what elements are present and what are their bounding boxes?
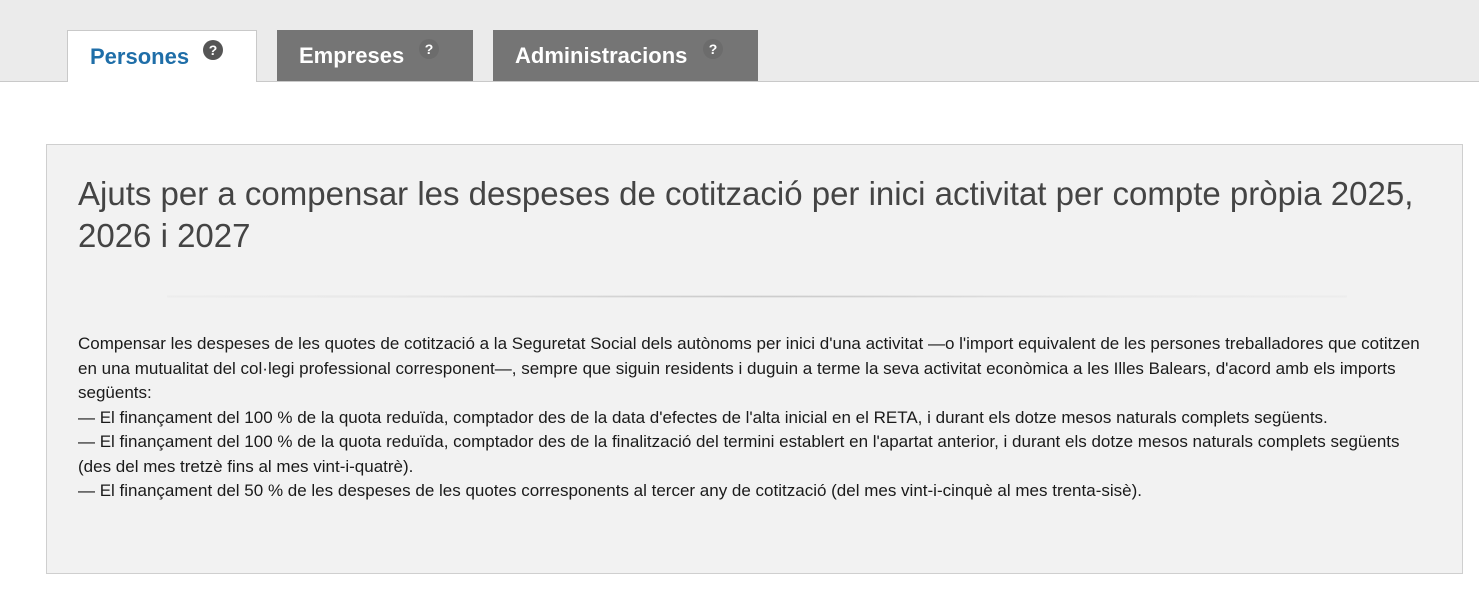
description: Compensar les despeses de les quotes de … [78, 332, 1423, 504]
aid-info-panel: Ajuts per a compensar les despeses de co… [46, 144, 1463, 574]
tab-persones-label: Persones [90, 44, 190, 69]
page-title: Ajuts per a compensar les despeses de co… [78, 175, 1414, 254]
description-intro: Compensar les despeses de les quotes de … [78, 334, 1420, 402]
tab-administracions-label: Administracions [515, 43, 688, 68]
tab-empreses-label: Empreses [299, 43, 405, 68]
tab-bar: Persones ? Empreses ? Administracions ? [0, 0, 1479, 82]
tab-persones[interactable]: Persones ? [67, 30, 257, 82]
divider [167, 295, 1347, 298]
help-icon[interactable]: ? [419, 39, 439, 59]
description-item: — El finançament del 100 % de la quota r… [78, 407, 1328, 427]
help-icon[interactable]: ? [203, 40, 223, 60]
description-item: — El finançament del 100 % de la quota r… [78, 432, 1400, 476]
tab-administracions[interactable]: Administracions ? [493, 30, 758, 81]
tab-empreses[interactable]: Empreses ? [277, 30, 473, 81]
description-item: — El finançament del 50 % de les despese… [78, 481, 1142, 500]
help-icon[interactable]: ? [703, 39, 723, 59]
